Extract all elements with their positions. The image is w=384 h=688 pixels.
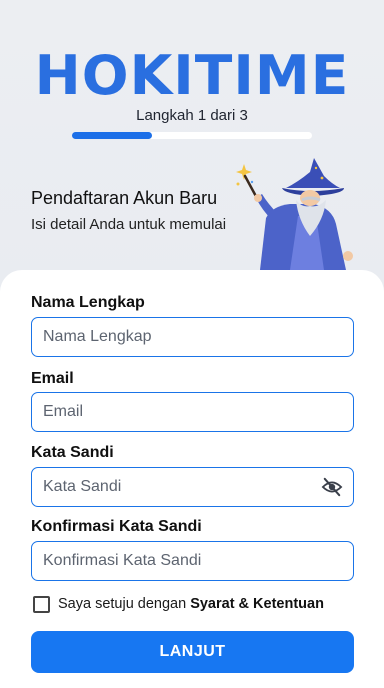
full-name-input[interactable] (32, 318, 353, 356)
confirm-password-label: Konfirmasi Kata Sandi (31, 518, 202, 535)
password-input[interactable] (32, 468, 353, 506)
full-name-field-wrapper (31, 317, 354, 357)
next-button[interactable]: LANJUT (31, 631, 354, 673)
wizard-illustration (236, 158, 353, 270)
terms-row: Saya setuju dengan Syarat & Ketentuan (33, 594, 324, 614)
password-label: Kata Sandi (31, 444, 114, 461)
page-title: Pendaftaran Akun Baru (31, 188, 218, 208)
password-field-wrapper (31, 467, 354, 507)
email-label: Email (31, 370, 74, 387)
step-indicator-label: Langkah 1 dari 3 (136, 107, 248, 124)
progress-bar-fill (72, 132, 152, 139)
confirm-password-field-wrapper (31, 541, 354, 581)
terms-prefix-text: Saya setuju dengan (58, 596, 187, 612)
terms-checkbox[interactable] (33, 595, 50, 613)
full-name-label: Nama Lengkap (31, 294, 145, 311)
confirm-password-input[interactable] (32, 542, 353, 580)
app-logo: HOKITIME (34, 44, 350, 107)
email-field-wrapper (31, 392, 354, 432)
terms-link[interactable]: Syarat & Ketentuan (190, 596, 324, 612)
eye-off-icon[interactable] (321, 477, 343, 497)
header-area: HOKITIME Langkah 1 dari 3 Pendaftaran Ak… (0, 0, 384, 290)
page-subtitle: Isi detail Anda untuk memulai (31, 216, 227, 233)
email-input[interactable] (32, 393, 353, 431)
progress-bar (72, 132, 312, 139)
